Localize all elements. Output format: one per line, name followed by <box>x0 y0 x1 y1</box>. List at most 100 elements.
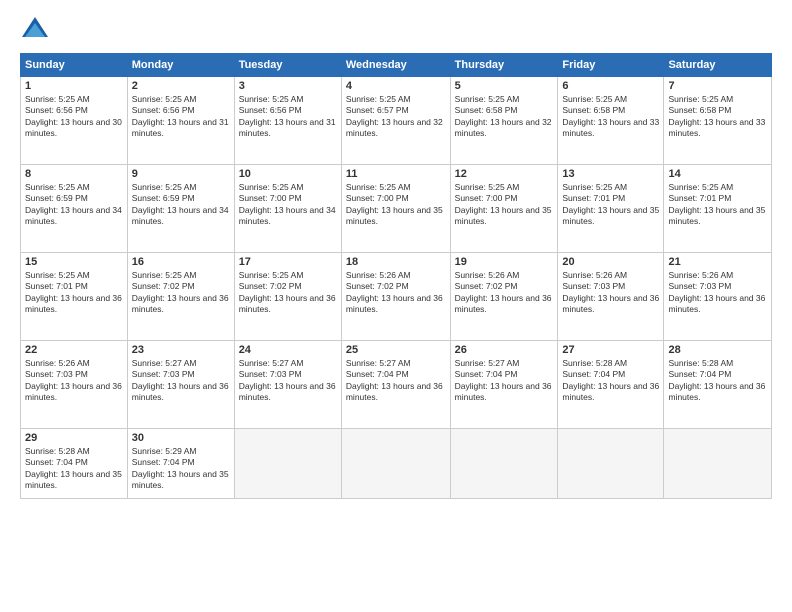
day-number: 2 <box>132 80 230 92</box>
day-info: Sunrise: 5:27 AMSunset: 7:03 PMDaylight:… <box>239 358 336 402</box>
day-info: Sunrise: 5:25 AMSunset: 7:01 PMDaylight:… <box>668 182 765 226</box>
day-number: 4 <box>346 80 446 92</box>
table-row: 28 Sunrise: 5:28 AMSunset: 7:04 PMDaylig… <box>664 341 772 429</box>
table-row: 26 Sunrise: 5:27 AMSunset: 7:04 PMDaylig… <box>450 341 558 429</box>
day-number: 7 <box>668 80 767 92</box>
table-row: 23 Sunrise: 5:27 AMSunset: 7:03 PMDaylig… <box>127 341 234 429</box>
day-info: Sunrise: 5:27 AMSunset: 7:04 PMDaylight:… <box>455 358 552 402</box>
day-number: 6 <box>562 80 659 92</box>
day-number: 30 <box>132 432 230 444</box>
day-number: 9 <box>132 168 230 180</box>
table-row: 19 Sunrise: 5:26 AMSunset: 7:02 PMDaylig… <box>450 253 558 341</box>
day-number: 13 <box>562 168 659 180</box>
day-info: Sunrise: 5:25 AMSunset: 6:58 PMDaylight:… <box>668 94 765 138</box>
col-saturday: Saturday <box>664 54 772 77</box>
day-number: 8 <box>25 168 123 180</box>
day-number: 19 <box>455 256 554 268</box>
page-header <box>20 15 772 45</box>
day-info: Sunrise: 5:25 AMSunset: 7:02 PMDaylight:… <box>132 270 229 314</box>
day-info: Sunrise: 5:25 AMSunset: 6:59 PMDaylight:… <box>25 182 122 226</box>
table-row: 15 Sunrise: 5:25 AMSunset: 7:01 PMDaylig… <box>21 253 128 341</box>
table-row: 14 Sunrise: 5:25 AMSunset: 7:01 PMDaylig… <box>664 165 772 253</box>
table-row: 22 Sunrise: 5:26 AMSunset: 7:03 PMDaylig… <box>21 341 128 429</box>
table-row: 10 Sunrise: 5:25 AMSunset: 7:00 PMDaylig… <box>234 165 341 253</box>
day-number: 24 <box>239 344 337 356</box>
table-row: 20 Sunrise: 5:26 AMSunset: 7:03 PMDaylig… <box>558 253 664 341</box>
col-thursday: Thursday <box>450 54 558 77</box>
day-number: 5 <box>455 80 554 92</box>
day-info: Sunrise: 5:26 AMSunset: 7:03 PMDaylight:… <box>562 270 659 314</box>
day-number: 14 <box>668 168 767 180</box>
day-info: Sunrise: 5:25 AMSunset: 6:58 PMDaylight:… <box>455 94 552 138</box>
table-row: 30 Sunrise: 5:29 AMSunset: 7:04 PMDaylig… <box>127 429 234 499</box>
table-row: 5 Sunrise: 5:25 AMSunset: 6:58 PMDayligh… <box>450 77 558 165</box>
day-number: 11 <box>346 168 446 180</box>
day-info: Sunrise: 5:25 AMSunset: 7:00 PMDaylight:… <box>346 182 443 226</box>
logo-icon <box>20 15 50 45</box>
table-row: 16 Sunrise: 5:25 AMSunset: 7:02 PMDaylig… <box>127 253 234 341</box>
day-number: 3 <box>239 80 337 92</box>
col-wednesday: Wednesday <box>341 54 450 77</box>
table-row: 25 Sunrise: 5:27 AMSunset: 7:04 PMDaylig… <box>341 341 450 429</box>
day-number: 16 <box>132 256 230 268</box>
day-info: Sunrise: 5:25 AMSunset: 7:00 PMDaylight:… <box>239 182 336 226</box>
day-number: 15 <box>25 256 123 268</box>
table-row <box>234 429 341 499</box>
day-info: Sunrise: 5:25 AMSunset: 7:01 PMDaylight:… <box>562 182 659 226</box>
day-number: 22 <box>25 344 123 356</box>
day-number: 29 <box>25 432 123 444</box>
calendar-header-row: Sunday Monday Tuesday Wednesday Thursday… <box>21 54 772 77</box>
day-number: 1 <box>25 80 123 92</box>
table-row: 18 Sunrise: 5:26 AMSunset: 7:02 PMDaylig… <box>341 253 450 341</box>
calendar-page: Sunday Monday Tuesday Wednesday Thursday… <box>0 0 792 612</box>
day-info: Sunrise: 5:29 AMSunset: 7:04 PMDaylight:… <box>132 446 229 490</box>
day-number: 23 <box>132 344 230 356</box>
col-sunday: Sunday <box>21 54 128 77</box>
day-info: Sunrise: 5:26 AMSunset: 7:02 PMDaylight:… <box>455 270 552 314</box>
day-number: 10 <box>239 168 337 180</box>
day-info: Sunrise: 5:25 AMSunset: 7:01 PMDaylight:… <box>25 270 122 314</box>
day-number: 26 <box>455 344 554 356</box>
table-row: 9 Sunrise: 5:25 AMSunset: 6:59 PMDayligh… <box>127 165 234 253</box>
day-info: Sunrise: 5:27 AMSunset: 7:04 PMDaylight:… <box>346 358 443 402</box>
day-info: Sunrise: 5:25 AMSunset: 6:56 PMDaylight:… <box>239 94 336 138</box>
day-number: 18 <box>346 256 446 268</box>
table-row: 1 Sunrise: 5:25 AMSunset: 6:56 PMDayligh… <box>21 77 128 165</box>
col-tuesday: Tuesday <box>234 54 341 77</box>
table-row: 4 Sunrise: 5:25 AMSunset: 6:57 PMDayligh… <box>341 77 450 165</box>
day-number: 17 <box>239 256 337 268</box>
day-number: 20 <box>562 256 659 268</box>
day-info: Sunrise: 5:28 AMSunset: 7:04 PMDaylight:… <box>562 358 659 402</box>
table-row: 12 Sunrise: 5:25 AMSunset: 7:00 PMDaylig… <box>450 165 558 253</box>
table-row: 6 Sunrise: 5:25 AMSunset: 6:58 PMDayligh… <box>558 77 664 165</box>
col-monday: Monday <box>127 54 234 77</box>
calendar-table: Sunday Monday Tuesday Wednesday Thursday… <box>20 53 772 499</box>
day-number: 21 <box>668 256 767 268</box>
table-row: 29 Sunrise: 5:28 AMSunset: 7:04 PMDaylig… <box>21 429 128 499</box>
day-info: Sunrise: 5:25 AMSunset: 7:00 PMDaylight:… <box>455 182 552 226</box>
day-info: Sunrise: 5:26 AMSunset: 7:03 PMDaylight:… <box>25 358 122 402</box>
table-row: 8 Sunrise: 5:25 AMSunset: 6:59 PMDayligh… <box>21 165 128 253</box>
day-info: Sunrise: 5:25 AMSunset: 7:02 PMDaylight:… <box>239 270 336 314</box>
table-row: 11 Sunrise: 5:25 AMSunset: 7:00 PMDaylig… <box>341 165 450 253</box>
table-row: 3 Sunrise: 5:25 AMSunset: 6:56 PMDayligh… <box>234 77 341 165</box>
table-row <box>558 429 664 499</box>
day-number: 12 <box>455 168 554 180</box>
table-row <box>664 429 772 499</box>
day-number: 25 <box>346 344 446 356</box>
table-row <box>341 429 450 499</box>
day-info: Sunrise: 5:26 AMSunset: 7:03 PMDaylight:… <box>668 270 765 314</box>
day-info: Sunrise: 5:25 AMSunset: 6:59 PMDaylight:… <box>132 182 229 226</box>
table-row: 24 Sunrise: 5:27 AMSunset: 7:03 PMDaylig… <box>234 341 341 429</box>
logo <box>20 15 54 45</box>
day-info: Sunrise: 5:25 AMSunset: 6:56 PMDaylight:… <box>132 94 229 138</box>
day-info: Sunrise: 5:27 AMSunset: 7:03 PMDaylight:… <box>132 358 229 402</box>
day-info: Sunrise: 5:25 AMSunset: 6:58 PMDaylight:… <box>562 94 659 138</box>
day-info: Sunrise: 5:28 AMSunset: 7:04 PMDaylight:… <box>25 446 122 490</box>
table-row: 17 Sunrise: 5:25 AMSunset: 7:02 PMDaylig… <box>234 253 341 341</box>
day-number: 27 <box>562 344 659 356</box>
day-info: Sunrise: 5:25 AMSunset: 6:56 PMDaylight:… <box>25 94 122 138</box>
table-row: 2 Sunrise: 5:25 AMSunset: 6:56 PMDayligh… <box>127 77 234 165</box>
day-info: Sunrise: 5:26 AMSunset: 7:02 PMDaylight:… <box>346 270 443 314</box>
day-info: Sunrise: 5:28 AMSunset: 7:04 PMDaylight:… <box>668 358 765 402</box>
